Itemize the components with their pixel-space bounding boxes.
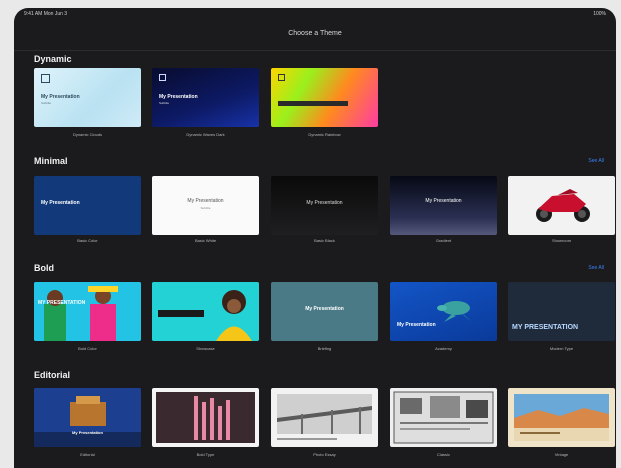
thumb-title: My Presentation: [41, 94, 80, 100]
theme-caption: Editorial: [80, 452, 95, 457]
section-title-editorial: Editorial: [34, 370, 71, 380]
theme-photo-essay[interactable]: [271, 388, 378, 447]
thumb-subtitle: Subtitle: [41, 101, 52, 105]
section-title-bold: Bold: [34, 263, 54, 273]
theme-caption: Dynamic Rainbow: [308, 132, 341, 137]
thumb-title: My Presentation: [72, 430, 103, 435]
theme-caption: Bold Type: [196, 452, 215, 457]
motorcycle-image: [536, 189, 590, 222]
editorial-image: [34, 388, 141, 447]
thumb-title: My Presentation: [306, 200, 343, 206]
theme-dynamic-rainbow[interactable]: [271, 68, 378, 127]
logo-placeholder: [159, 74, 166, 81]
theme-showcase[interactable]: [152, 282, 259, 341]
theme-caption: Academy: [435, 346, 452, 351]
section-title-minimal: Minimal: [34, 156, 68, 166]
theme-caption: Showroom: [551, 238, 572, 243]
status-time: 9:41 AM Mon Jun 3: [24, 11, 68, 17]
theme-dynamic-clouds[interactable]: My Presentation Subtitle: [34, 68, 141, 127]
logo-placeholder: [41, 74, 50, 83]
thumb-title: My Presentation: [425, 198, 462, 204]
theme-basic-color[interactable]: My Presentation: [34, 176, 141, 235]
theme-caption: Basic White: [194, 238, 217, 243]
classic-image: [393, 391, 494, 444]
bridge-image: [277, 394, 372, 440]
theme-academy[interactable]: My Presentation: [390, 282, 497, 341]
theme-caption: Briefing: [317, 346, 332, 351]
theme-caption: Dynamic Waves Dark: [186, 132, 225, 137]
theme-bold-color[interactable]: MY PRESENTATION: [34, 282, 141, 341]
theme-caption: Dynamic Clouds: [72, 132, 103, 137]
title-bar: Choose a Theme: [14, 22, 616, 51]
section-title-dynamic: Dynamic: [34, 54, 72, 64]
thumb-title: My Presentation: [41, 200, 80, 206]
theme-showroom[interactable]: [508, 176, 615, 235]
see-all-bold-link[interactable]: See All: [588, 265, 604, 271]
theme-basic-white[interactable]: My Presentation Subtitle: [152, 176, 259, 235]
theme-classic[interactable]: [390, 388, 497, 447]
status-bar: 9:41 AM Mon Jun 3 100%: [14, 8, 616, 22]
thumb-title: My Presentation: [305, 306, 344, 312]
bold-type-image: [156, 392, 255, 443]
showcase-image: [152, 282, 259, 341]
bold-color-image: [34, 282, 141, 341]
theme-caption: Classic: [437, 452, 450, 457]
thumb-title: MY PRESENTATION: [38, 300, 86, 306]
theme-briefing[interactable]: My Presentation: [271, 282, 378, 341]
thumb-subtitle: Subtitle: [159, 101, 170, 105]
theme-bold-type[interactable]: [152, 388, 259, 447]
thumb-title: My Presentation: [159, 94, 198, 100]
theme-caption: Showcase: [196, 346, 215, 351]
see-all-minimal-link[interactable]: See All: [588, 158, 604, 164]
theme-vintage[interactable]: [508, 388, 615, 447]
theme-caption: Modern Type: [549, 346, 574, 351]
theme-caption: Gradient: [435, 238, 452, 243]
battery-status: 100%: [593, 11, 606, 17]
theme-caption: Bold Color: [78, 346, 97, 351]
thumb-title: MY PRESENTATION: [512, 324, 579, 331]
theme-caption: Basic Color: [77, 238, 98, 243]
theme-modern-type[interactable]: MY PRESENTATION: [508, 282, 615, 341]
theme-chooser-window: 9:41 AM Mon Jun 3 100% Choose a Theme Dy…: [14, 8, 616, 468]
theme-basic-black[interactable]: My Presentation: [271, 176, 378, 235]
thumb-subtitle: Subtitle: [200, 206, 211, 210]
turtle-image: [437, 301, 472, 322]
vintage-image: [514, 394, 609, 441]
thumb-title: My Presentation: [187, 198, 224, 204]
theme-gradient[interactable]: My Presentation: [390, 176, 497, 235]
theme-editorial[interactable]: My Presentation: [34, 388, 141, 447]
theme-caption: Vintage: [554, 452, 569, 457]
logo-placeholder: [278, 74, 285, 81]
theme-caption: Basic Black: [314, 238, 335, 243]
theme-dynamic-waves-dark[interactable]: My Presentation Subtitle: [152, 68, 259, 127]
thumb-title: My Presentation: [397, 322, 436, 328]
title-bar-shape: [278, 101, 348, 106]
page-title: Choose a Theme: [288, 30, 342, 37]
theme-caption: Photo Essay: [313, 452, 336, 457]
